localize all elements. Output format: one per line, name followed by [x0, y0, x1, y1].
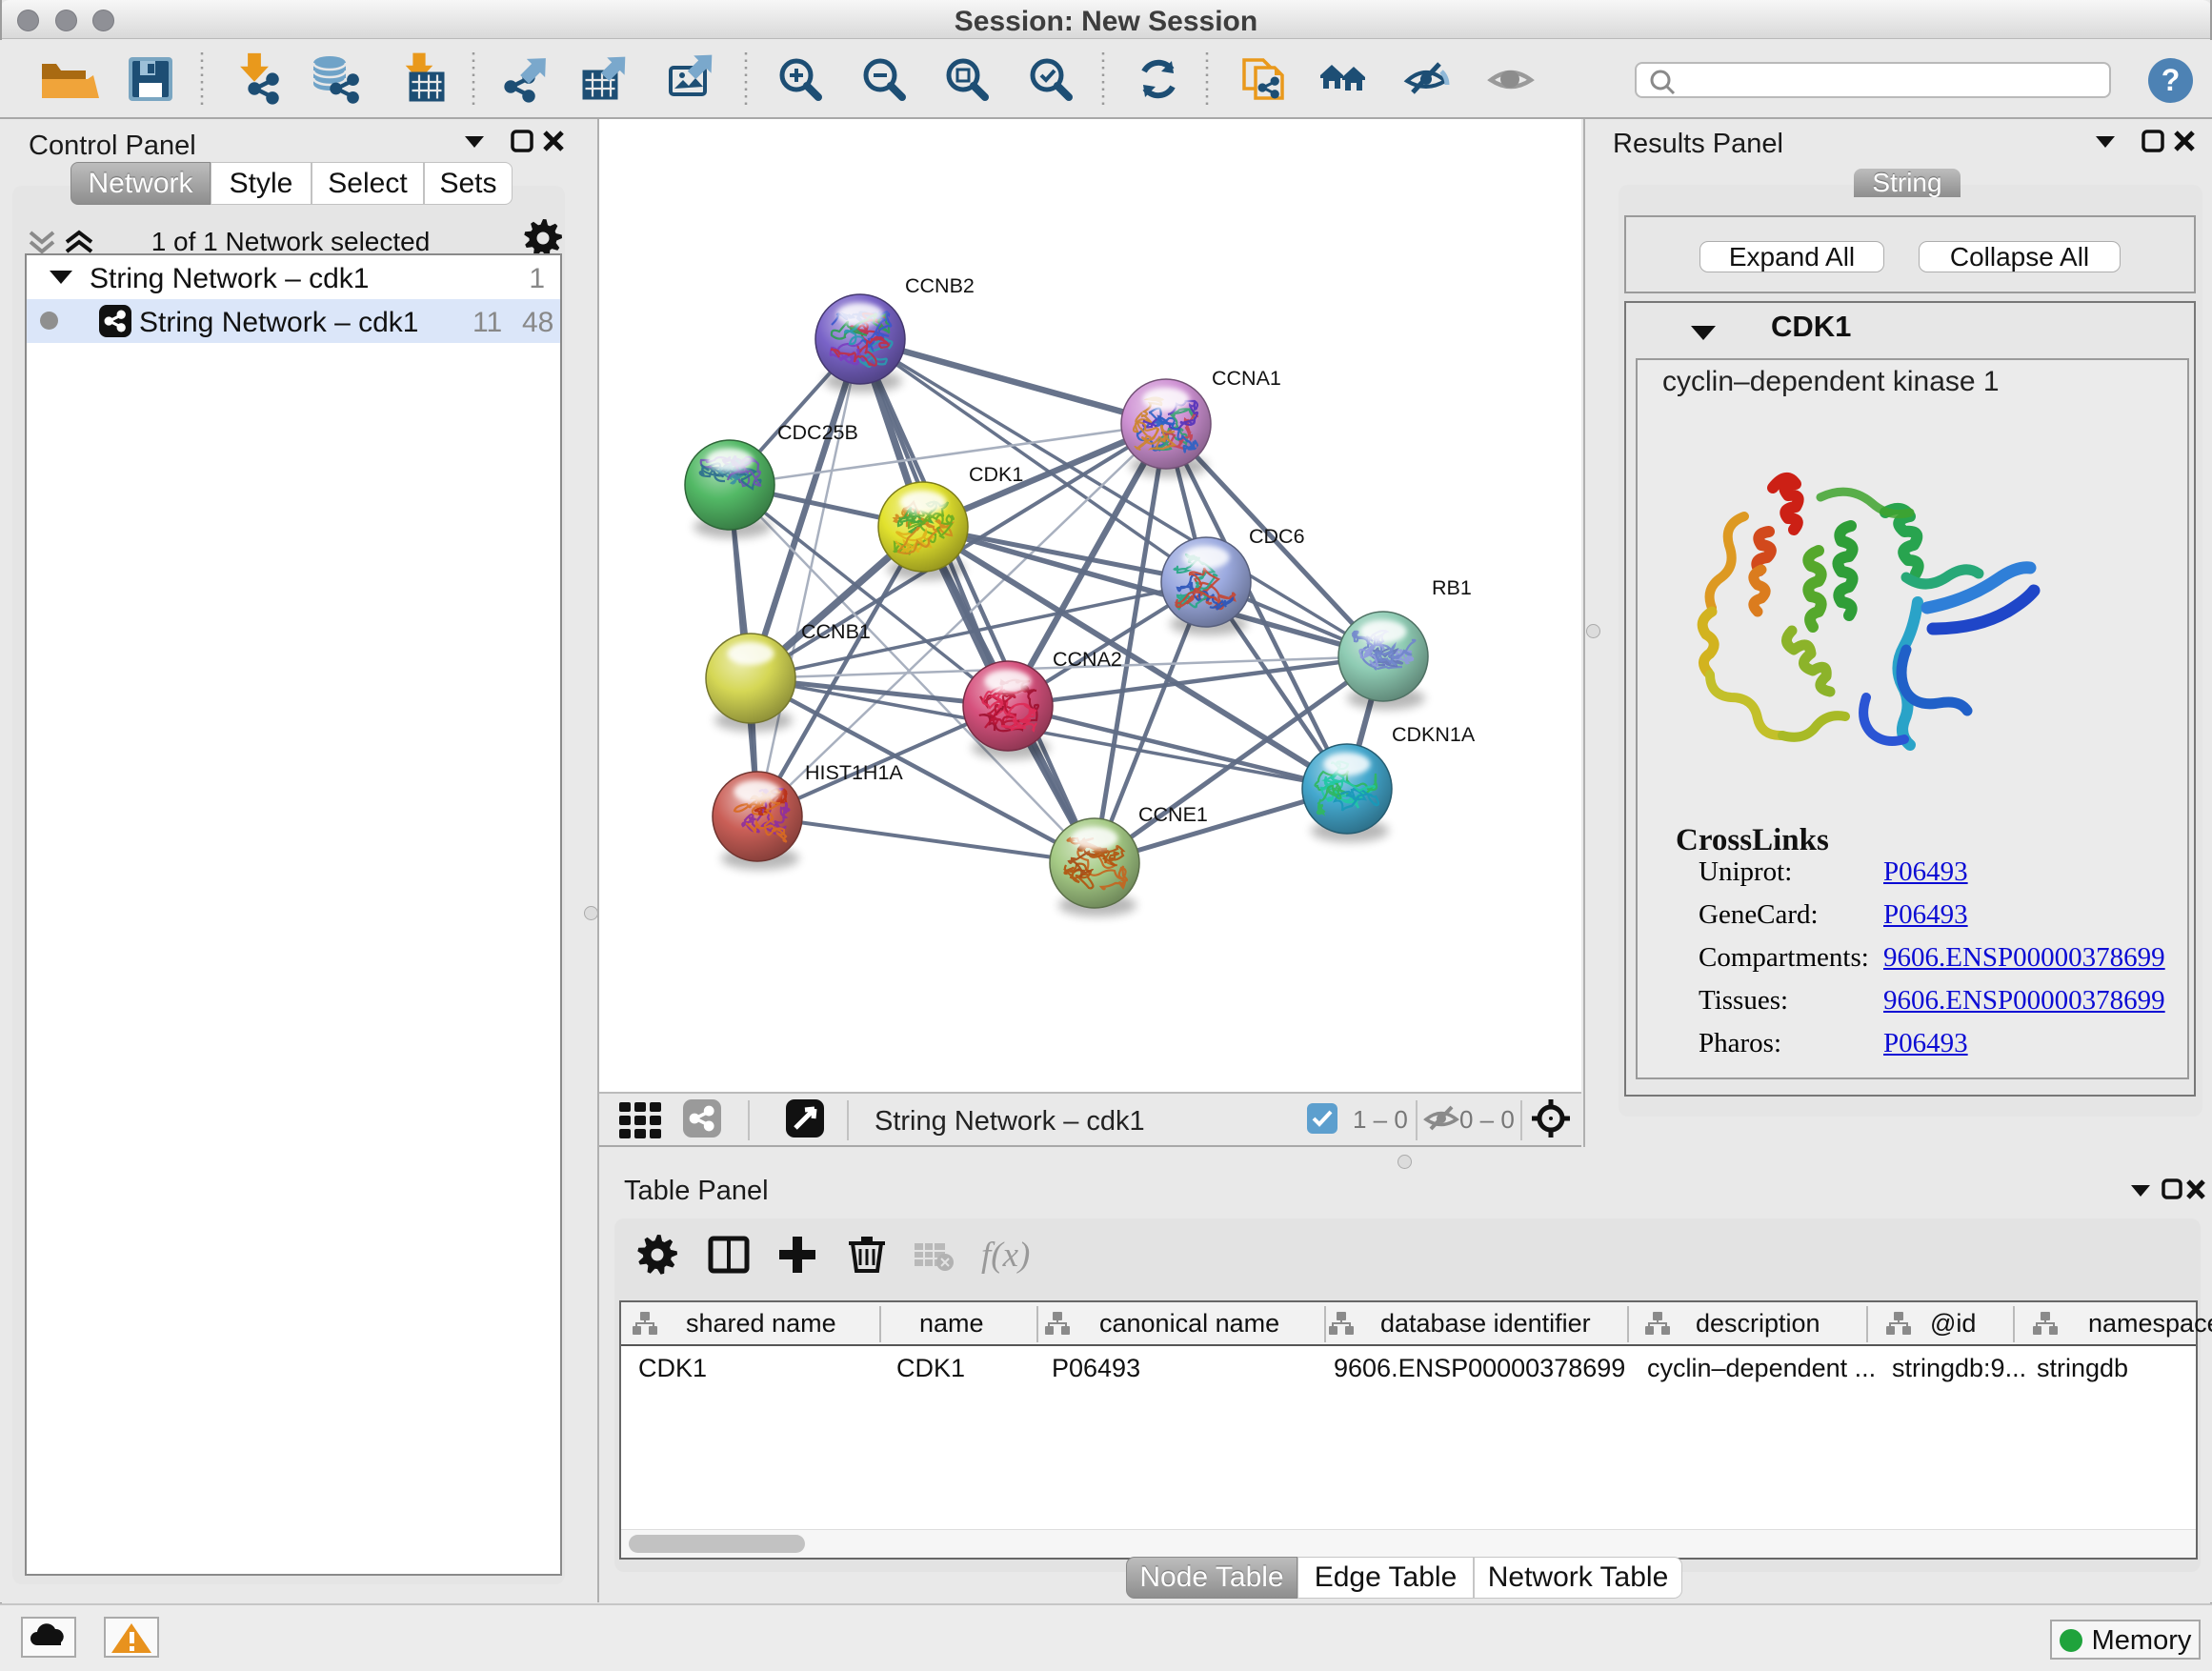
svg-text:CCNA2: CCNA2 [1053, 648, 1122, 671]
svg-text:0 – 0: 0 – 0 [1459, 1105, 1515, 1134]
svg-text:CCNB1: CCNB1 [801, 620, 871, 643]
svg-text:CDKN1A: CDKN1A [1392, 723, 1476, 746]
svg-text:CCNE1: CCNE1 [1138, 803, 1208, 826]
svg-text:CDC6: CDC6 [1249, 525, 1305, 548]
svg-text:CCNB2: CCNB2 [905, 274, 975, 297]
svg-text:HIST1H1A: HIST1H1A [805, 761, 903, 784]
svg-text:CDC25B: CDC25B [777, 421, 858, 444]
svg-text:CCNA1: CCNA1 [1212, 367, 1281, 390]
svg-text:1 – 0: 1 – 0 [1353, 1105, 1408, 1134]
svg-text:String Network – cdk1: String Network – cdk1 [875, 1106, 1145, 1137]
svg-text:RB1: RB1 [1432, 576, 1472, 599]
svg-text:CDK1: CDK1 [969, 463, 1023, 486]
svg-text:f(x): f(x) [981, 1236, 1030, 1275]
